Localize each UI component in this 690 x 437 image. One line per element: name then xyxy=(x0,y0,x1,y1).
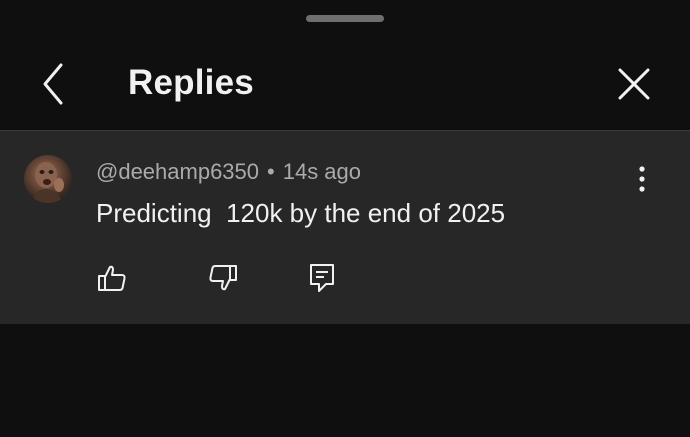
comment-item: @deehamp6350 • 14s ago Predicting 120k by … xyxy=(0,131,690,324)
meta-separator: • xyxy=(267,159,275,184)
avatar[interactable] xyxy=(24,155,72,203)
drag-handle[interactable] xyxy=(306,15,384,22)
reply-comment-icon xyxy=(310,264,334,292)
comment-text: Predicting 120k by the end of 2025 xyxy=(96,198,506,228)
page-title: Replies xyxy=(128,63,254,102)
back-button[interactable] xyxy=(30,60,78,108)
thumbs-up-icon xyxy=(98,265,126,291)
avatar-image xyxy=(32,162,64,203)
thumbs-down-icon xyxy=(209,265,237,291)
comment-meta: @deehamp6350 • 14s ago xyxy=(96,159,361,185)
more-vertical-icon xyxy=(639,166,645,192)
more-options-button[interactable] xyxy=(624,161,660,197)
chevron-left-icon xyxy=(43,63,63,105)
sheet-header: Replies xyxy=(0,40,690,130)
close-icon xyxy=(618,68,650,100)
comment-timestamp: 14s ago xyxy=(282,159,362,184)
comment-author[interactable]: @deehamp6350 xyxy=(96,159,259,184)
like-button[interactable] xyxy=(92,258,132,298)
dislike-button[interactable] xyxy=(203,258,243,298)
close-button[interactable] xyxy=(610,60,658,108)
replies-sheet: Replies @deehamp6350 • 14s ago Predicting … xyxy=(0,0,690,437)
reply-button[interactable] xyxy=(302,258,342,298)
